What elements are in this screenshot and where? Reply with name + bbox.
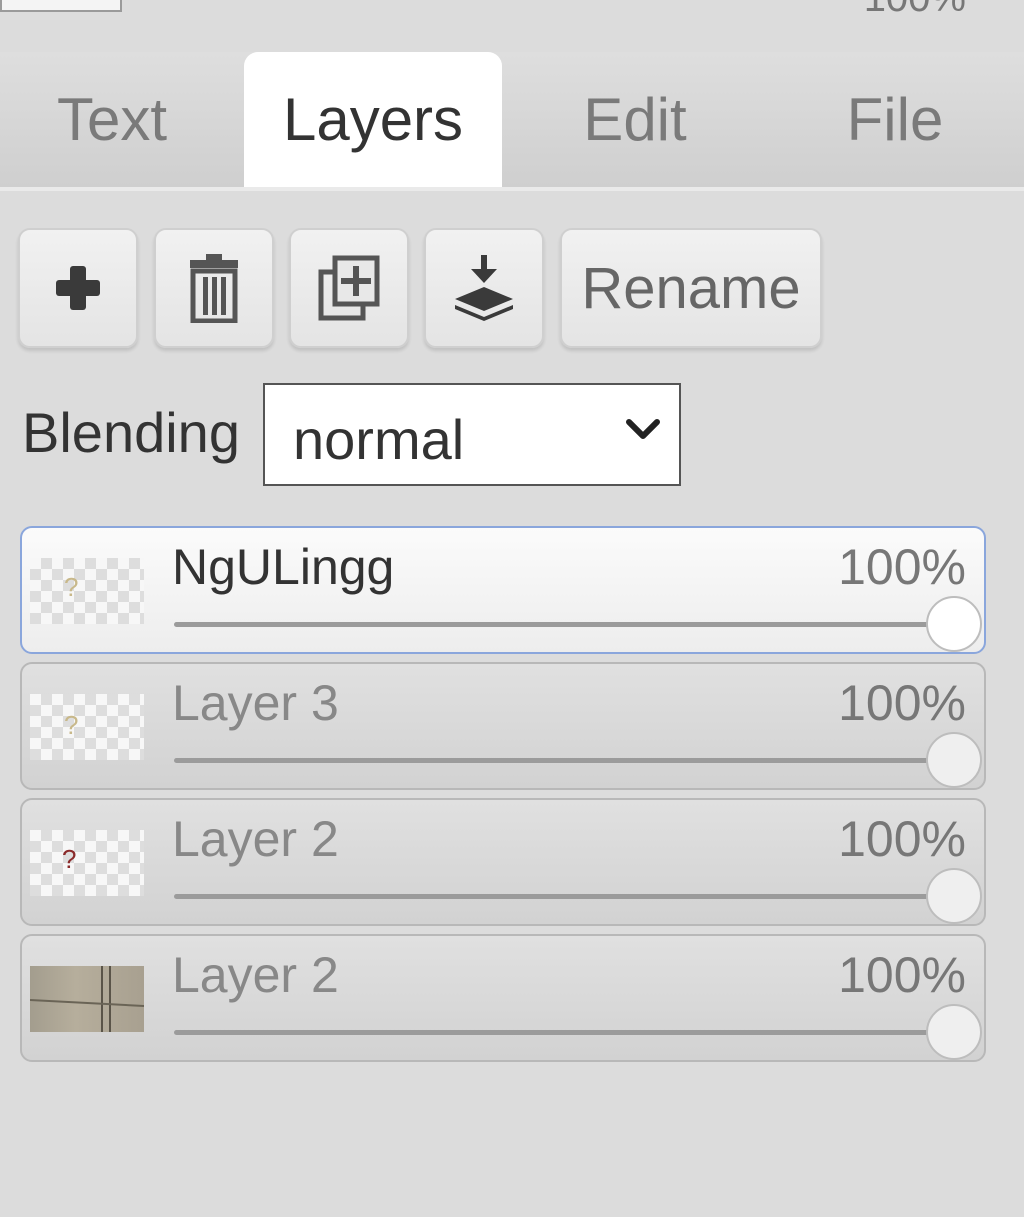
layer-name: NgULingg: [172, 539, 395, 595]
opacity-slider-handle[interactable]: [926, 868, 982, 924]
layer-name: Layer 3: [172, 675, 339, 731]
layer-name: Layer 2: [172, 947, 339, 1003]
previous-panel-remnant: 100%: [0, 0, 1024, 40]
tab-file[interactable]: File: [800, 52, 990, 187]
layer-thumbnail: ?: [30, 694, 144, 760]
layer-thumbnail: ?: [30, 558, 144, 624]
layer-item[interactable]: Layer 2 100%: [20, 934, 986, 1062]
rename-layer-button[interactable]: Rename: [560, 228, 822, 348]
opacity-slider-handle[interactable]: [926, 1004, 982, 1060]
tab-bar: Text Layers Edit File: [0, 52, 1024, 191]
blending-value: normal: [293, 408, 465, 471]
layer-thumbnail: [0, 0, 122, 12]
duplicate-layer-button[interactable]: [289, 228, 409, 348]
merge-down-icon: [455, 255, 513, 321]
opacity-value: 100%: [864, 0, 966, 21]
opacity-slider-track[interactable]: [174, 758, 954, 763]
tab-edit[interactable]: Edit: [550, 52, 720, 187]
merge-down-button[interactable]: [424, 228, 544, 348]
opacity-slider-handle[interactable]: [926, 596, 982, 652]
layer-name: Layer 2: [172, 811, 339, 867]
layer-opacity-value: 100%: [838, 811, 966, 867]
trash-icon: [190, 254, 238, 323]
delete-layer-button[interactable]: [154, 228, 274, 348]
add-layer-button[interactable]: [18, 228, 138, 348]
plus-icon: [56, 266, 100, 310]
layer-opacity-value: 100%: [838, 539, 966, 595]
layer-item[interactable]: ? Layer 2 100%: [20, 798, 986, 926]
blending-label: Blending: [22, 401, 240, 464]
opacity-slider-track[interactable]: [174, 894, 954, 899]
tab-text[interactable]: Text: [22, 52, 202, 187]
layer-thumbnail: [30, 966, 144, 1032]
layer-item[interactable]: ? NgULingg 100%: [20, 526, 986, 654]
opacity-slider-handle[interactable]: [926, 732, 982, 788]
chevron-down-icon: [626, 419, 660, 439]
blending-select[interactable]: normal: [263, 383, 681, 486]
layer-item[interactable]: ? Layer 3 100%: [20, 662, 986, 790]
layer-opacity-value: 100%: [838, 675, 966, 731]
opacity-slider-track[interactable]: [174, 1030, 954, 1035]
tab-layers[interactable]: Layers: [244, 52, 502, 187]
layer-thumbnail: ?: [30, 830, 144, 896]
opacity-slider-track[interactable]: [174, 622, 954, 627]
duplicate-icon: [318, 255, 380, 321]
layers-list: ? NgULingg 100% ? Layer 3 100% ? Layer 2…: [20, 526, 986, 1070]
layer-opacity-value: 100%: [838, 947, 966, 1003]
